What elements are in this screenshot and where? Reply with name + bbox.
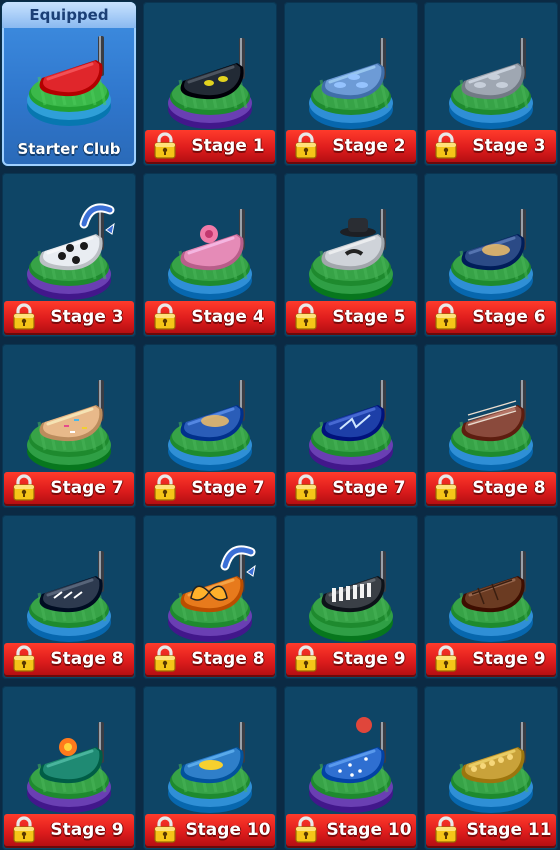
stage-unlock-label: Stage 8	[191, 649, 265, 669]
locked-club-card[interactable]: Stage 7	[143, 344, 277, 508]
locked-club-card[interactable]: Stage 10	[143, 686, 277, 850]
stage-unlock-label: Stage 9	[50, 820, 124, 840]
locked-club-card[interactable]: Stage 6	[424, 173, 558, 337]
stage-ribbon: Stage 8	[426, 472, 556, 504]
padlock-icon	[295, 645, 317, 672]
padlock-icon	[154, 303, 176, 330]
stage-unlock-label: Stage 11	[466, 820, 552, 840]
padlock-icon	[154, 816, 176, 843]
locked-club-card[interactable]: Stage 9	[284, 515, 418, 679]
locked-club-card[interactable]: Stage 7	[2, 344, 136, 508]
locked-club-card[interactable]: Stage 4	[143, 173, 277, 337]
stage-unlock-label: Stage 1	[191, 136, 265, 156]
locked-club-card[interactable]: Stage 8	[2, 515, 136, 679]
stage-ribbon: Stage 8	[4, 643, 134, 675]
club-collection-grid: Equipped Starter Club Stage 1 Stage 2 Stage …	[0, 0, 560, 850]
locked-club-card[interactable]: Stage 2	[284, 2, 418, 166]
locked-club-card[interactable]: Stage 8	[424, 344, 558, 508]
equipped-tag: Equipped	[2, 2, 136, 28]
stage-unlock-label: Stage 3	[472, 136, 546, 156]
stage-ribbon: Stage 9	[4, 814, 134, 846]
stage-ribbon: Stage 9	[286, 643, 416, 675]
locked-club-card[interactable]: Stage 1	[143, 2, 277, 166]
padlock-icon	[435, 474, 457, 501]
locked-club-card[interactable]: Stage 3	[2, 173, 136, 337]
padlock-icon	[13, 816, 35, 843]
locked-club-card[interactable]: Stage 7	[284, 344, 418, 508]
stage-ribbon: Stage 6	[426, 301, 556, 333]
stage-unlock-label: Stage 4	[191, 307, 265, 327]
stage-ribbon: Stage 2	[286, 130, 416, 162]
stage-unlock-label: Stage 8	[50, 649, 124, 669]
padlock-icon	[295, 132, 317, 159]
stage-unlock-label: Stage 10	[326, 820, 412, 840]
padlock-icon	[154, 132, 176, 159]
stage-ribbon: Stage 5	[286, 301, 416, 333]
padlock-icon	[295, 474, 317, 501]
stage-unlock-label: Stage 5	[332, 307, 406, 327]
locked-club-card[interactable]: Stage 3	[424, 2, 558, 166]
club-name-label: Starter Club	[17, 140, 121, 158]
stage-unlock-label: Stage 2	[332, 136, 406, 156]
padlock-icon	[13, 645, 35, 672]
padlock-icon	[295, 816, 317, 843]
locked-club-card[interactable]: Stage 11	[424, 686, 558, 850]
stage-unlock-label: Stage 8	[472, 478, 546, 498]
stage-ribbon: Stage 8	[145, 643, 275, 675]
padlock-icon	[435, 645, 457, 672]
stage-ribbon: Stage 10	[286, 814, 416, 846]
locked-club-card[interactable]: Stage 10	[284, 686, 418, 850]
padlock-icon	[435, 816, 457, 843]
padlock-icon	[13, 303, 35, 330]
equipped-club-card[interactable]: Equipped Starter Club	[2, 2, 136, 166]
stage-ribbon: Stage 3	[426, 130, 556, 162]
stage-ribbon: Stage 9	[426, 643, 556, 675]
padlock-icon	[154, 645, 176, 672]
stage-unlock-label: Stage 7	[332, 478, 406, 498]
locked-club-card[interactable]: Stage 9	[424, 515, 558, 679]
stage-ribbon: Stage 1	[145, 130, 275, 162]
padlock-icon	[435, 303, 457, 330]
stage-unlock-label: Stage 10	[185, 820, 271, 840]
stage-unlock-label: Stage 3	[50, 307, 124, 327]
stage-ribbon: Stage 11	[426, 814, 556, 846]
padlock-icon	[295, 303, 317, 330]
stage-ribbon: Stage 7	[286, 472, 416, 504]
stage-unlock-label: Stage 9	[332, 649, 406, 669]
padlock-icon	[13, 474, 35, 501]
stage-unlock-label: Stage 7	[50, 478, 124, 498]
locked-club-card[interactable]: Stage 9	[2, 686, 136, 850]
stage-unlock-label: Stage 9	[472, 649, 546, 669]
stage-unlock-label: Stage 7	[191, 478, 265, 498]
padlock-icon	[435, 132, 457, 159]
stage-ribbon: Stage 7	[4, 472, 134, 504]
stage-ribbon: Stage 4	[145, 301, 275, 333]
stage-ribbon: Stage 7	[145, 472, 275, 504]
padlock-icon	[154, 474, 176, 501]
stage-unlock-label: Stage 6	[472, 307, 546, 327]
locked-club-card[interactable]: Stage 8	[143, 515, 277, 679]
stage-ribbon: Stage 10	[145, 814, 275, 846]
locked-club-card[interactable]: Stage 5	[284, 173, 418, 337]
stage-ribbon: Stage 3	[4, 301, 134, 333]
